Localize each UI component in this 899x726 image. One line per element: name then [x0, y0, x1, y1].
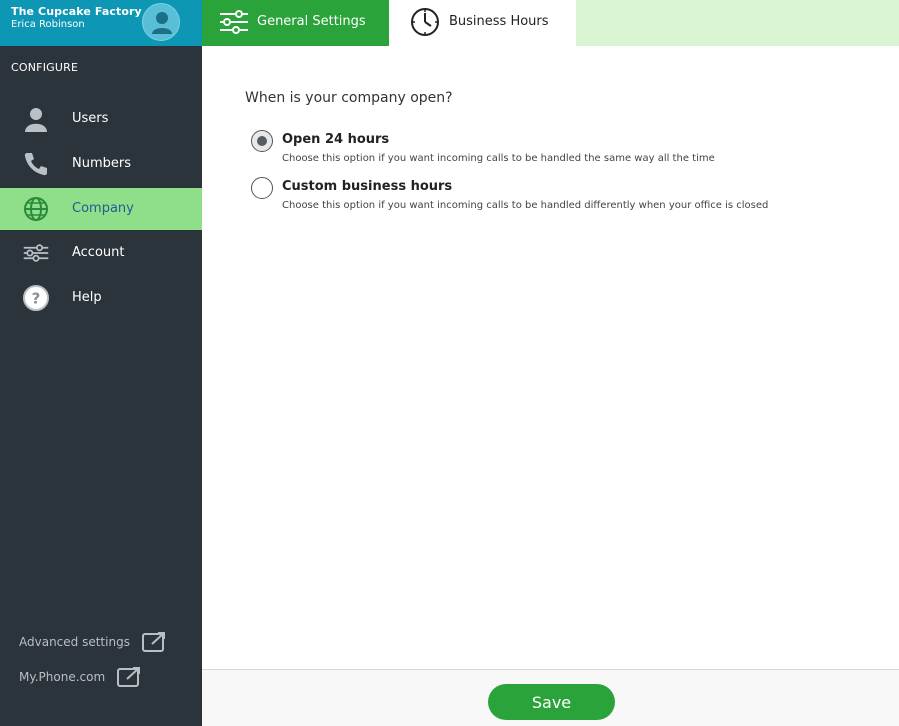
sidebar-item-users[interactable]: Users: [0, 98, 202, 140]
user-name: Erica Robinson: [11, 19, 85, 30]
sliders-icon: [220, 10, 248, 34]
clock-icon: [411, 8, 439, 36]
sidebar: The Cupcake Factory Erica Robinson CONFI…: [0, 0, 202, 726]
tab-general-settings[interactable]: General Settings: [202, 0, 389, 46]
sidebar-item-label: Numbers: [72, 156, 131, 171]
radio-custom-business-hours[interactable]: [251, 177, 273, 199]
external-link-icon: [117, 667, 141, 687]
sidebar-item-help[interactable]: ? Help: [0, 277, 202, 319]
sidebar-item-label: Help: [72, 290, 102, 305]
svg-text:?: ?: [32, 290, 41, 308]
tab-business-hours[interactable]: Business Hours: [389, 0, 576, 46]
avatar[interactable]: [142, 3, 180, 41]
radio-open-24-hours[interactable]: [251, 130, 273, 152]
sidebar-item-label: Account: [72, 245, 125, 260]
sidebar-item-account[interactable]: Account: [0, 232, 202, 274]
option-description: Choose this option if you want incoming …: [282, 200, 769, 211]
avatar-person-icon: [152, 12, 172, 34]
action-bar: Save: [202, 669, 899, 726]
brand-header: The Cupcake Factory Erica Robinson: [0, 0, 202, 46]
tab-label: Business Hours: [449, 14, 549, 29]
user-icon: [25, 108, 47, 132]
sidebar-item-label: Users: [72, 111, 109, 126]
page-question: When is your company open?: [245, 90, 453, 106]
configure-section-label: CONFIGURE: [11, 61, 79, 74]
option-open-24-hours[interactable]: Open 24 hours Choose this option if you …: [251, 130, 871, 170]
my-phone-link[interactable]: My.Phone.com: [19, 666, 142, 690]
phone-icon: [24, 153, 47, 176]
sliders-icon: [23, 244, 49, 262]
option-description: Choose this option if you want incoming …: [282, 153, 715, 164]
help-icon: ?: [23, 285, 49, 311]
option-title: Custom business hours: [282, 179, 453, 194]
sidebar-item-numbers[interactable]: Numbers: [0, 143, 202, 185]
sidebar-item-company[interactable]: Company: [0, 188, 202, 230]
external-link-icon: [142, 632, 166, 652]
option-custom-business-hours[interactable]: Custom business hours Choose this option…: [251, 177, 871, 217]
save-button[interactable]: Save: [488, 684, 615, 720]
company-name: The Cupcake Factory: [11, 5, 142, 18]
option-title: Open 24 hours: [282, 132, 390, 147]
tab-label: General Settings: [257, 14, 366, 29]
advanced-settings-link[interactable]: Advanced settings: [19, 631, 167, 655]
globe-icon: [24, 197, 48, 221]
my-phone-label: My.Phone.com: [19, 670, 106, 684]
advanced-settings-label: Advanced settings: [19, 635, 130, 649]
tab-bar: General Settings Business Hours: [202, 0, 899, 46]
sidebar-item-label: Company: [72, 201, 134, 216]
